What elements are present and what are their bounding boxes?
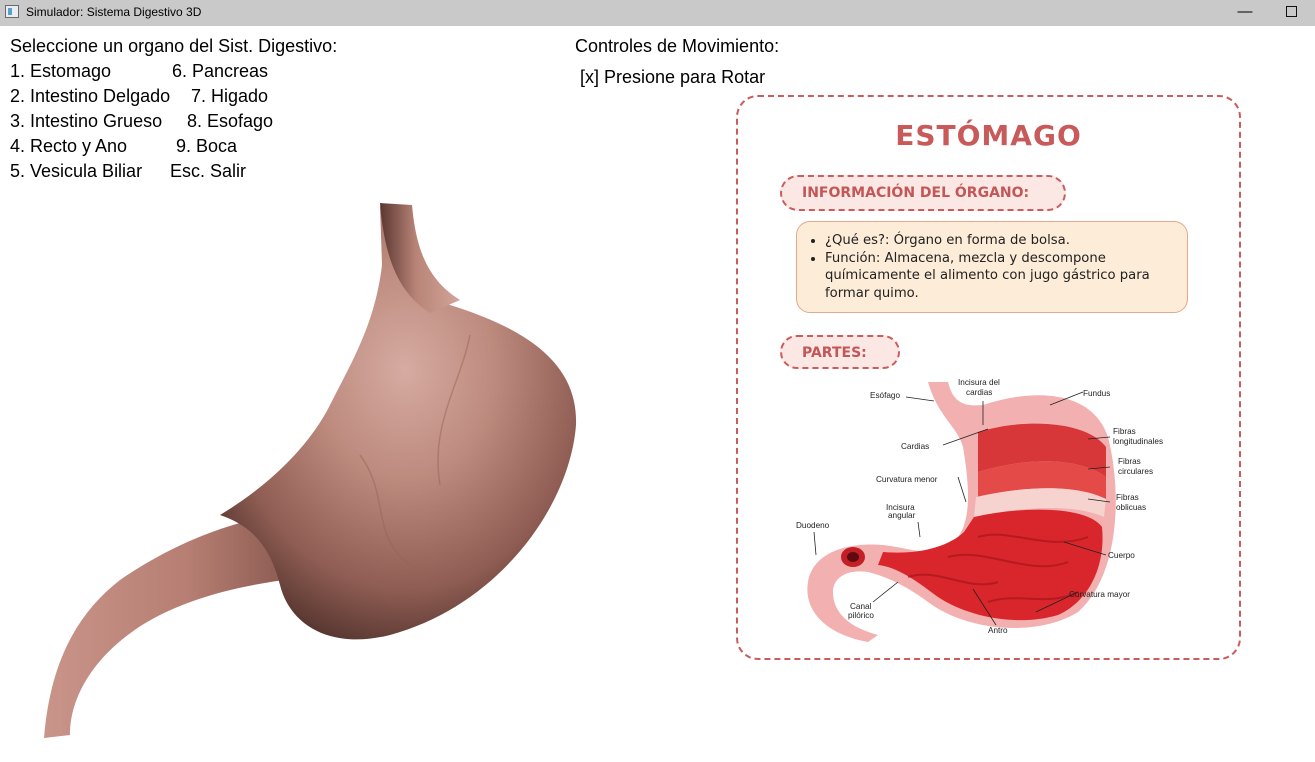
label-fibras-long-1: Fibras [1113, 427, 1136, 436]
controls-title: Controles de Movimiento: [575, 36, 780, 56]
window-title: Simulador: Sistema Digestivo 3D [26, 5, 202, 19]
rotate-control-hint: [x] Presione para Rotar [580, 67, 766, 87]
menu-option-estomago: 1. Estomago [10, 61, 112, 81]
menu-option-pancreas: 6. Pancreas [172, 61, 269, 81]
label-duodeno: Duodeno [796, 521, 830, 530]
label-incisura-cardias-2: cardias [966, 388, 992, 397]
info-function: Función: Almacena, mezcla y descompone q… [825, 250, 1177, 303]
menu-option-higado: 7. Higado [191, 86, 269, 106]
menu-option-salir: Esc. Salir [170, 161, 247, 181]
label-antro: Antro [988, 626, 1008, 635]
menu-option-boca: 9. Boca [176, 136, 238, 156]
menu-option-vesicula-biliar: 5. Vesicula Biliar [10, 161, 143, 181]
label-curvatura-mayor: Curvatura mayor [1069, 590, 1130, 599]
info-heading: INFORMACIÓN DEL ÓRGANO: [780, 175, 1066, 211]
label-canal-pilorico-1: Canal [850, 602, 872, 611]
label-fibras-circ-2: circulares [1118, 467, 1153, 476]
label-curvatura-menor: Curvatura menor [876, 475, 938, 484]
menu-option-intestino-grueso: 3. Intestino Grueso [10, 111, 163, 131]
organ-menu-title: Seleccione un organo del Sist. Digestivo… [10, 36, 338, 56]
label-cuerpo: Cuerpo [1108, 551, 1135, 560]
maximize-button[interactable] [1268, 0, 1314, 26]
minimize-button[interactable]: — [1222, 0, 1268, 26]
label-fundus: Fundus [1083, 389, 1110, 398]
menu-option-esofago: 8. Esofago [187, 111, 274, 131]
label-cardias: Cardias [901, 442, 929, 451]
title-bar: Simulador: Sistema Digestivo 3D — [0, 0, 1315, 26]
label-incisura-cardias-1: Incisura del [958, 378, 1000, 387]
menu-option-recto-ano: 4. Recto y Ano [10, 136, 128, 156]
label-fibras-long-2: longitudinales [1113, 437, 1163, 446]
label-fibras-obl-2: oblicuas [1116, 503, 1146, 512]
organ-info-card: ESTÓMAGO INFORMACIÓN DEL ÓRGANO: ¿Qué es… [736, 95, 1241, 660]
info-box: ¿Qué es?: Órgano en forma de bolsa. Func… [796, 221, 1188, 313]
app-window-icon [5, 5, 19, 18]
label-incisura-angular-2: angular [888, 511, 916, 520]
card-title: ESTÓMAGO [895, 119, 1082, 152]
menu-option-intestino-delgado: 2. Intestino Delgado [10, 86, 171, 106]
label-esofago: Esófago [870, 391, 900, 400]
stomach-3d-model[interactable] [30, 195, 590, 750]
info-what-is: ¿Qué es?: Órgano en forma de bolsa. [825, 232, 1177, 250]
label-fibras-obl-1: Fibras [1116, 493, 1139, 502]
stomach-anatomy-diagram: Esófago Incisura del cardias Fundus Card… [796, 378, 1163, 642]
label-fibras-circ-1: Fibras [1118, 457, 1141, 466]
parts-heading: PARTES: [780, 335, 900, 369]
label-canal-pilorico-2: pilórico [848, 611, 874, 620]
